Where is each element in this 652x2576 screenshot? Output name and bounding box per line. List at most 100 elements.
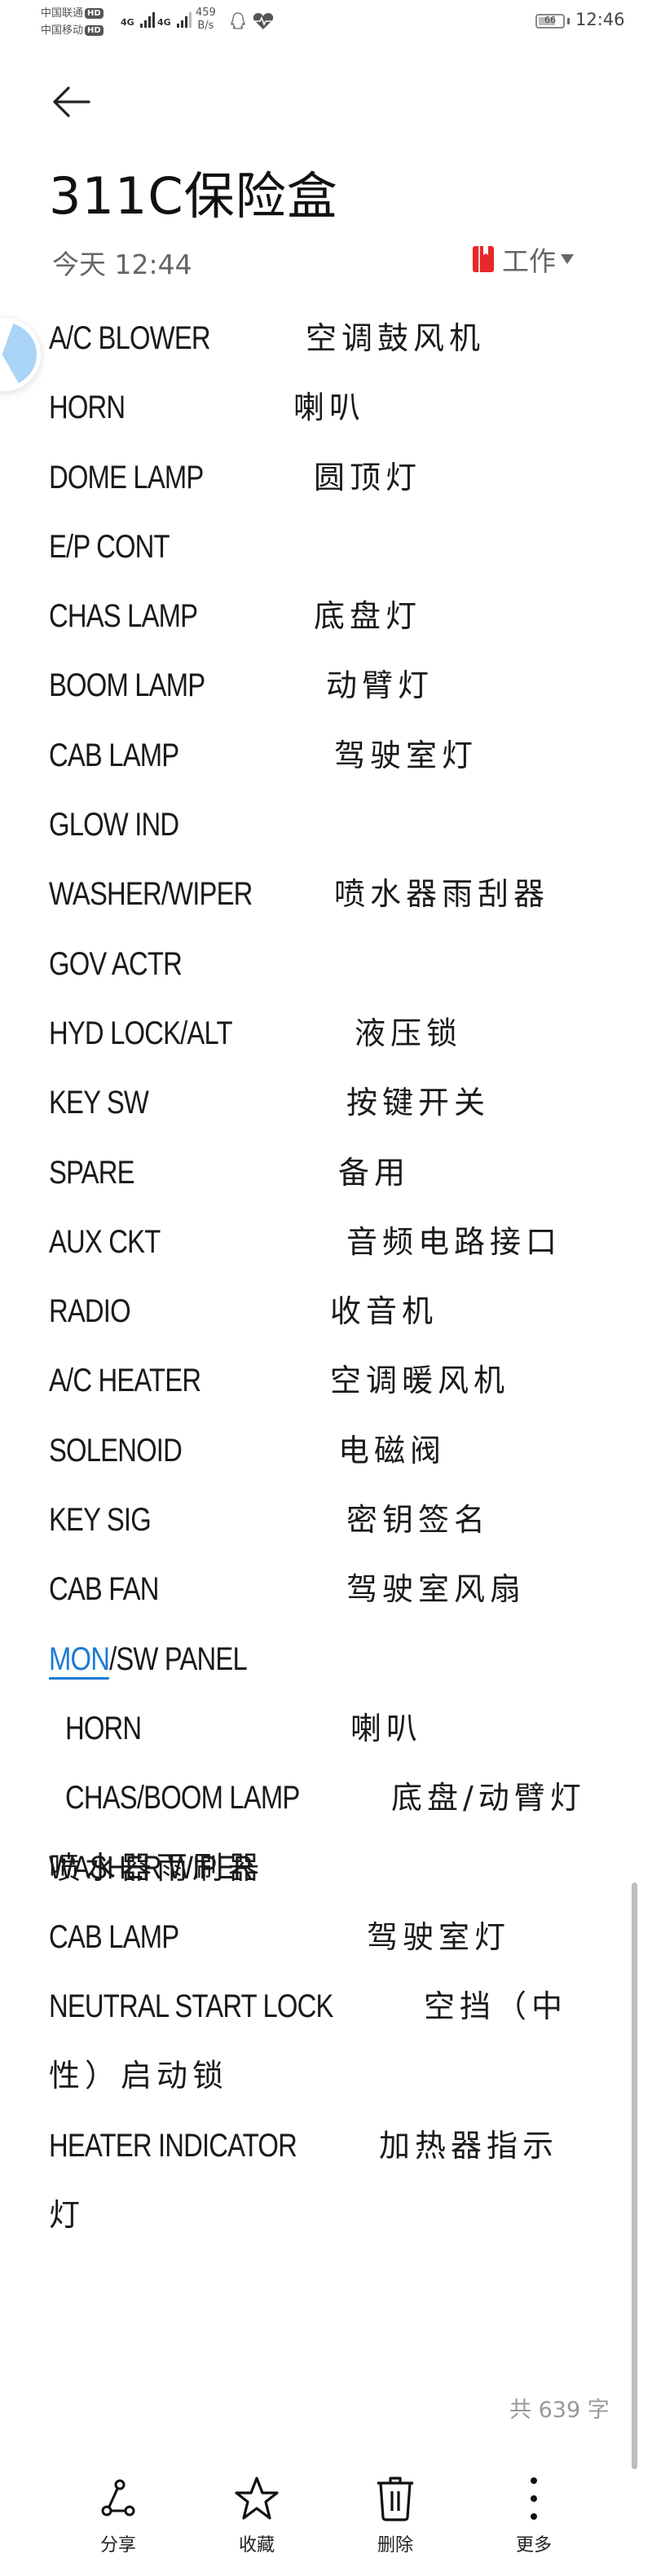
note-line-english: SPARE: [49, 1154, 134, 1191]
note-line-english: GOV ACTR: [49, 945, 183, 982]
note-date: 今天 12:44: [52, 249, 192, 280]
note-line-english-rest: /SW PANEL: [109, 1640, 248, 1677]
qq-icon: [231, 12, 245, 29]
note-line-chinese: 音频电路接口: [346, 1223, 562, 1260]
note-line-chinese: 喇叭: [350, 1710, 423, 1746]
more-vertical-icon: [531, 2477, 537, 2520]
note-line: SOLENOID 电磁阀: [49, 1426, 619, 1495]
more-button[interactable]: 更多: [485, 2473, 583, 2556]
note-line-chinese: 备用: [338, 1154, 411, 1191]
health-heart-icon: [253, 13, 274, 29]
note-line-english: CHAS LAMP: [49, 598, 198, 635]
note-line: CHAS LAMP 底盘灯: [49, 592, 619, 661]
note-line-english: HYD LOCK/ALT: [49, 1015, 232, 1051]
more-label: 更多: [515, 2535, 552, 2556]
star-icon: [235, 2477, 279, 2520]
note-line-chinese: 空挡（中: [424, 1988, 568, 2025]
note-line: HORN 喇叭: [49, 1704, 619, 1773]
note-line: SPARE 备用: [49, 1148, 619, 1218]
signal-2: 4G: [157, 11, 192, 28]
note-line-english: WASHER/WIPER: [49, 876, 253, 913]
note-line: 性）启动锁: [49, 2051, 619, 2120]
delete-button[interactable]: 删除: [346, 2473, 444, 2556]
note-body[interactable]: A/C BLOWER 空调鼓风机 HORN 喇叭 DOME LAMP 圆顶灯 E/P CON…: [49, 314, 619, 2260]
note-line-chinese: 液压锁: [355, 1015, 463, 1051]
note-line-chinese: 密钥签名: [346, 1502, 491, 1539]
note-link[interactable]: MON: [49, 1640, 110, 1680]
note-line-chinese: 按键开关: [346, 1085, 491, 1121]
note-line-english: MON/SW PANEL: [49, 1635, 248, 1684]
caret-down-icon: [561, 254, 574, 264]
note-line-english: BOOM LAMP: [49, 667, 205, 704]
note-line: KEY SW 按键开关: [49, 1078, 619, 1147]
note-line-chinese: 动臂灯: [326, 667, 434, 704]
signal-bars-icon: [176, 11, 192, 28]
word-count: 共 639 字: [509, 2398, 610, 2423]
note-line-english: RADIO: [49, 1293, 131, 1330]
note-line: GOV ACTR: [49, 940, 619, 1009]
note-line: WASHER/WIPER 喷水器雨刮器: [49, 870, 619, 939]
carrier-2: 中国移动: [41, 24, 84, 37]
note-line-chinese: 驾驶室灯: [367, 1918, 511, 1955]
note-line-chinese: 空调暖风机: [330, 1363, 510, 1399]
note-line-english: CAB FAN: [49, 1571, 159, 1608]
scrollbar[interactable]: [632, 1882, 637, 2469]
note-line: GLOW IND: [49, 800, 619, 870]
note-line: HORN 喇叭: [49, 383, 619, 452]
favorite-button[interactable]: 收藏: [208, 2473, 306, 2556]
folder-selector[interactable]: 工作: [473, 243, 574, 277]
network-speed: 459 B/s: [196, 7, 216, 32]
note-line: HEATER INDICATOR 加热器指示: [49, 2121, 619, 2191]
note-line: CAB FAN 驾驶室风扇: [49, 1565, 619, 1634]
note-line-chinese: 喷水器雨刷器: [49, 1849, 265, 1886]
note-line-chinese: 加热器指示: [379, 2127, 559, 2164]
note-line-english: CAB LAMP: [49, 737, 179, 773]
note-line: WASHER WIPER 喷水器雨刷器: [49, 1843, 619, 1913]
note-line: BOOM LAMP 动臂灯: [49, 661, 619, 730]
note-line-english: DOME LAMP: [49, 459, 204, 495]
delete-label: 删除: [377, 2535, 413, 2556]
signal-1: 4G: [121, 11, 155, 28]
carrier-1: 中国联通: [41, 7, 84, 20]
note-line-chinese: 空调鼓风机: [306, 320, 486, 356]
note-line-english: HORN: [49, 390, 126, 426]
trash-icon: [377, 2477, 413, 2521]
note-line: CAB LAMP 驾驶室灯: [49, 731, 619, 800]
note-line: E/P CONT: [49, 522, 619, 592]
favorite-label: 收藏: [238, 2535, 275, 2556]
floating-ball-icon: [0, 322, 37, 387]
note-line-chinese: 驾驶室灯: [334, 737, 478, 773]
note-line-english: E/P CONT: [49, 528, 170, 565]
note-line-english: SOLENOID: [49, 1432, 183, 1469]
battery-icon: 66: [535, 14, 565, 29]
status-time: 12:46: [575, 10, 625, 29]
note-line-english: CAB LAMP: [49, 1918, 179, 1955]
signal-bars-icon: [139, 11, 155, 28]
note-line-chinese: 底盘/动臂灯: [391, 1780, 586, 1816]
share-button[interactable]: 分享: [69, 2473, 167, 2556]
status-bar: 中国联通 HD 中国移动 HD 4G 4G 459 B/s 66 12:46: [0, 0, 652, 41]
note-line: A/C BLOWER 空调鼓风机: [49, 314, 619, 383]
note-line: CHAS/BOOM LAMP 底盘/动臂灯: [49, 1773, 619, 1843]
note-line-english: HEATER INDICATOR: [49, 2127, 297, 2164]
note-line-chinese: 喷水器雨刮器: [334, 876, 550, 913]
note-line: AUX CKT 音频电路接口: [49, 1218, 619, 1287]
note-title[interactable]: 311C保险盒: [49, 155, 338, 228]
share-icon: [101, 2479, 135, 2517]
note-line-english: KEY SIG: [49, 1502, 152, 1539]
note-line-english: HORN: [65, 1710, 142, 1746]
note-line-english: GLOW IND: [49, 807, 179, 843]
note-line: RADIO 收音机: [49, 1287, 619, 1356]
note-line: DOME LAMP 圆顶灯: [49, 453, 619, 522]
note-line-chinese: 灯: [49, 2197, 86, 2234]
hd-badge: HD: [85, 8, 104, 19]
carrier-info: 中国联通 HD 中国移动 HD: [41, 5, 104, 39]
note-line: NEUTRAL START LOCK 空挡（中: [49, 1982, 619, 2051]
floating-ball-button[interactable]: [0, 318, 41, 391]
share-label: 分享: [99, 2535, 136, 2556]
network-type-1: 4G: [121, 17, 134, 28]
arrow-left-icon[interactable]: [49, 81, 98, 122]
note-line-english: KEY SW: [49, 1085, 149, 1121]
bottom-toolbar: 分享 收藏 删除 更多: [0, 2473, 652, 2576]
note-line-chinese: 圆顶灯: [314, 459, 422, 495]
